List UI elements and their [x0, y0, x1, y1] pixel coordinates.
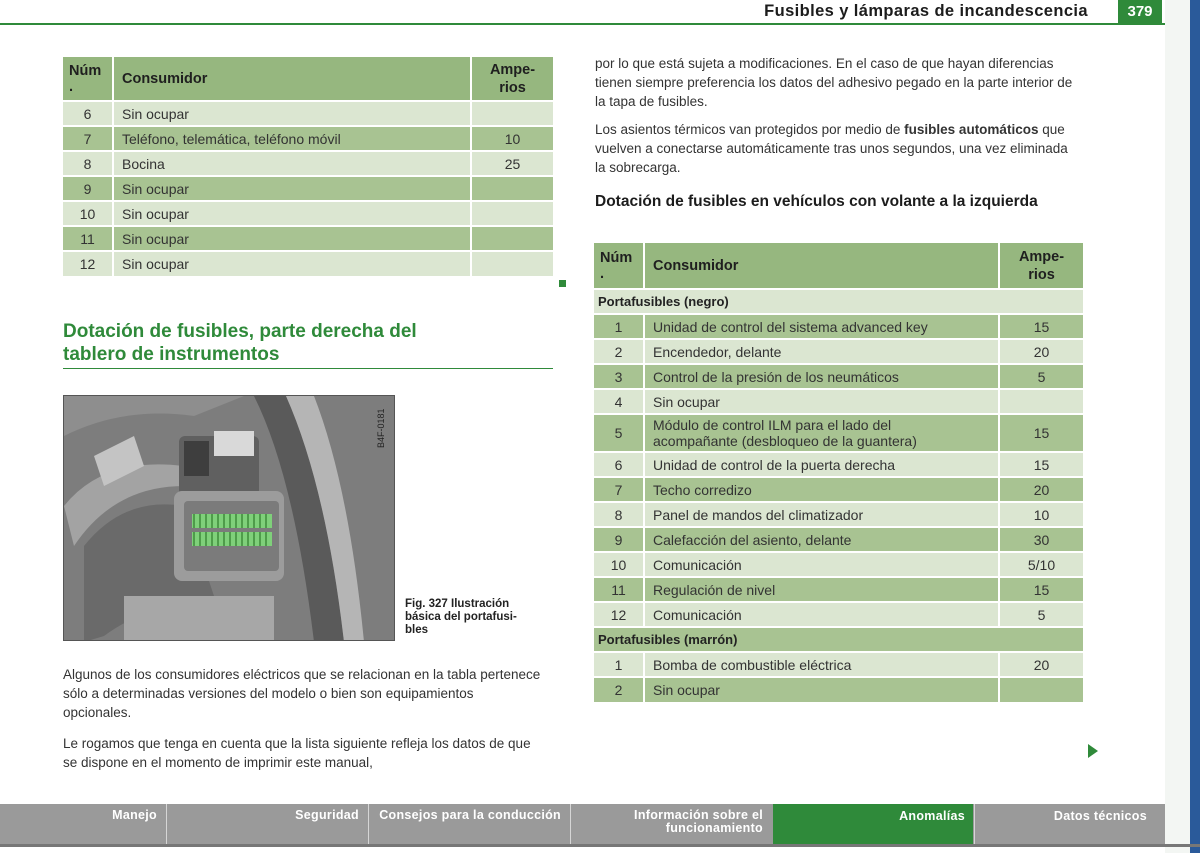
tab-seguridad[interactable]: Seguridad [167, 804, 367, 844]
table-row: 6 Unidad de control de la puerta derecha 1… [594, 451, 1083, 477]
table-heading: Dotación de fusibles en vehículos con vo… [595, 193, 1038, 210]
table-row: 4 Sin ocupar [594, 388, 1083, 414]
table-row: 3 Control de la presión de los neumáticos… [594, 363, 1083, 389]
section-heading: Dotación de fusibles, parte derecha del t… [63, 320, 553, 369]
fuse-box-drawing [64, 396, 394, 640]
table-row: 12 Comunicación 5 [594, 601, 1083, 627]
tab-manejo[interactable]: Manejo [0, 804, 165, 844]
figure-caption: Fig. 327 Ilustración básica del portafusi… [405, 598, 517, 636]
column-header-amperes: Ampe-rios [471, 57, 553, 101]
fuse-table-left: Núm . Consumidor Ampe-rios 6 Sin ocupar 7… [63, 57, 553, 276]
fuse-table-right: Núm . Consumidor Ampe-rios Portafusibles… [594, 243, 1083, 702]
tab-informacion[interactable]: Información sobre el funcionamiento [571, 804, 771, 844]
column-header-amperes: Ampe-rios [999, 243, 1083, 289]
table-row: 2 Sin ocupar [594, 676, 1083, 702]
table-row: 10 Sin ocupar [63, 200, 553, 226]
tab-consejos[interactable]: Consejos para la conducción [369, 804, 569, 844]
table-row: 11 Sin ocupar [63, 225, 553, 251]
fuse-box-illustration [63, 395, 395, 641]
table-row: 11 Regulación de nivel 15 [594, 576, 1083, 602]
table-row: 2 Encendedor, delante 20 [594, 338, 1083, 364]
figure-code: B4F-0181 [376, 408, 386, 448]
column-header-num: Núm . [594, 243, 645, 289]
tab-datos-tecnicos[interactable]: Datos técnicos [975, 804, 1157, 844]
table-row: 1 Bomba de combustible eléctrica 20 [594, 651, 1083, 677]
page-number: 379 [1118, 0, 1162, 24]
table-row: 9 Calefacción del asiento, delante 30 [594, 526, 1083, 552]
paragraph-optional-equipment: Algunos de los consumidores eléctricos q… [63, 667, 541, 720]
tab-anomalias[interactable]: Anomalías [773, 804, 973, 844]
table-row: 6 Sin ocupar [63, 100, 553, 126]
footer-rule [0, 844, 1200, 847]
column-header-consumer: Consumidor [113, 57, 472, 101]
page-edge-blue [1190, 0, 1200, 853]
column-header-num: Núm . [63, 57, 114, 101]
table-row: 8 Panel de mandos del climatizador 10 [594, 501, 1083, 527]
continue-arrow-icon [1088, 744, 1098, 758]
page-title: Fusibles y lámparas de incandescencia [764, 2, 1088, 20]
table-row: 9 Sin ocupar [63, 175, 553, 201]
table-row: 5 Módulo de control ILM para el lado del … [594, 413, 1083, 452]
table-section-row: Portafusibles (negro) [594, 288, 1083, 314]
table-row: 10 Comunicación 5/10 [594, 551, 1083, 577]
table-row: 1 Unidad de control del sistema advanced … [594, 313, 1083, 339]
table-section-row: Portafusibles (marrón) [594, 626, 1083, 652]
column-header-consumer: Consumidor [644, 243, 1000, 289]
paragraph-print-note: Le rogamos que tenga en cuenta que la li… [63, 736, 531, 770]
table-row: 7 Techo corredizo 20 [594, 476, 1083, 502]
end-of-section-marker [559, 280, 566, 287]
header-rule [0, 23, 1165, 25]
paragraph-modifications: por lo que está sujeta a modificaciones.… [595, 56, 1073, 109]
table-row: 12 Sin ocupar [63, 250, 553, 276]
table-row: 8 Bocina 25 [63, 150, 553, 176]
paragraph-seat-heating: Los asientos térmicos van protegidos por… [595, 122, 1068, 175]
table-row: 7 Teléfono, telemática, teléfono móvil 10 [63, 125, 553, 151]
